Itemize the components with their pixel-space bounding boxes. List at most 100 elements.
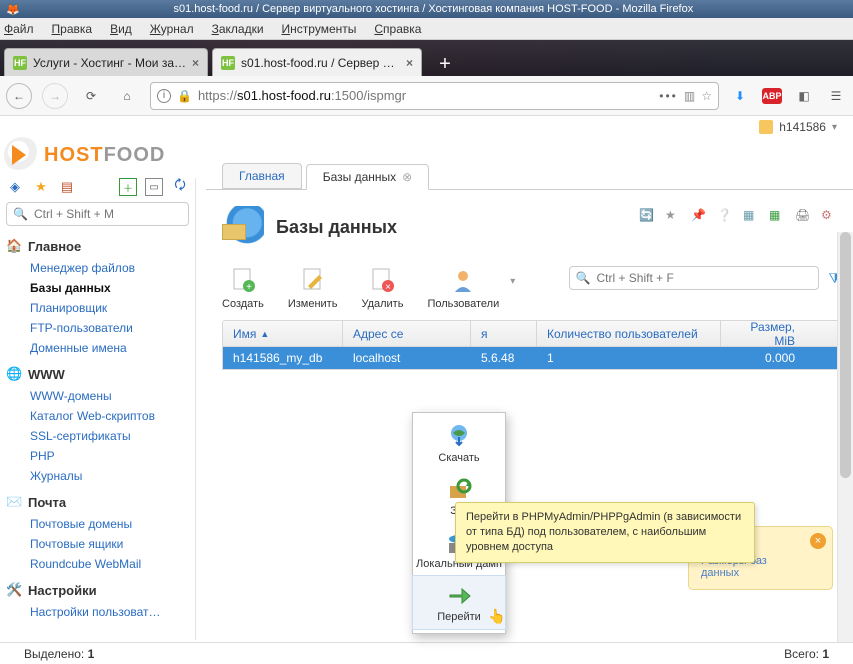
- close-icon[interactable]: ⊗: [402, 170, 412, 184]
- panel-toolbar-right: 🔄 ★ 📌 ❔ ▦ ▦ 🖨 ⚙: [639, 208, 837, 224]
- sidebar-item-databases[interactable]: Базы данных: [6, 278, 189, 298]
- hamburger-menu-icon[interactable]: ☰: [825, 85, 847, 107]
- favicon-icon: HF: [13, 56, 27, 70]
- sort-asc-icon: ▲: [260, 329, 269, 339]
- forward-button[interactable]: →: [42, 83, 68, 109]
- bookmark-star-icon[interactable]: ☆: [701, 89, 712, 103]
- node-icon[interactable]: ◈: [6, 178, 24, 196]
- sidebar-item-maildomains[interactable]: Почтовые домены: [6, 514, 189, 534]
- menu-help[interactable]: Справка: [374, 22, 421, 36]
- pin-icon[interactable]: 📌: [691, 208, 707, 224]
- sidebar-item-usersettings[interactable]: Настройки пользоват…: [6, 602, 189, 622]
- doc-icon[interactable]: ▤: [58, 178, 76, 196]
- edit-button[interactable]: Изменить: [288, 266, 338, 310]
- star-fav-icon[interactable]: ★: [32, 178, 50, 196]
- window-titlebar: 🦊 s01.host-food.ru / Сервер виртуального…: [0, 0, 853, 18]
- tab-home[interactable]: Главная: [222, 163, 302, 189]
- browser-menubar: Файл Правка Вид Журнал Закладки Инструме…: [0, 18, 853, 40]
- help-icon[interactable]: ❔: [717, 208, 733, 224]
- user-avatar-icon: [759, 120, 773, 134]
- star-icon[interactable]: ★: [665, 208, 681, 224]
- sidebar-item-logs[interactable]: Журналы: [6, 466, 189, 486]
- print-icon[interactable]: 🖨: [795, 208, 811, 224]
- user-menu[interactable]: h141586 ▾: [759, 120, 837, 134]
- sidebar-icon[interactable]: ◧: [793, 85, 815, 107]
- xls-icon[interactable]: ▦: [769, 208, 785, 224]
- col-users[interactable]: Количество пользователей: [537, 321, 721, 346]
- table-row[interactable]: h141586_my_db localhost 5.6.48 1 0.000: [223, 347, 840, 369]
- sidebar-group-settings[interactable]: 🛠️ Настройки: [6, 582, 189, 598]
- col-name[interactable]: Имя▲: [223, 321, 343, 346]
- sidebar-group-main[interactable]: 🏠 Главное: [6, 238, 189, 254]
- menu-file[interactable]: Файл: [4, 22, 34, 36]
- col-addr[interactable]: Адрес се: [343, 321, 471, 346]
- home-button[interactable]: ⌂: [114, 83, 140, 109]
- sidebar-item-scripts[interactable]: Каталог Web-скриптов: [6, 406, 189, 426]
- browser-tabstrip: HF Услуги - Хостинг - Мои за… × HF s01.h…: [0, 40, 853, 76]
- menu-journal[interactable]: Журнал: [150, 22, 194, 36]
- search-icon: 🔍: [13, 207, 28, 221]
- user-name: h141586: [779, 120, 826, 134]
- arrow-go-icon: [446, 582, 472, 608]
- sidebar-item-ftp[interactable]: FTP-пользователи: [6, 318, 189, 338]
- download-icon[interactable]: ⬇: [729, 85, 751, 107]
- sidebar-search-input[interactable]: [34, 207, 182, 221]
- logo-text: HOSTFOOD: [44, 144, 165, 167]
- sidebar-group-mail[interactable]: ✉️ Почта: [6, 494, 189, 510]
- sidebar-item-mailboxes[interactable]: Почтовые ящики: [6, 534, 189, 554]
- sidebar-item-domains[interactable]: Доменные имена: [6, 338, 189, 358]
- sidebar-item-php[interactable]: PHP: [6, 446, 189, 466]
- page-action-menu[interactable]: •••: [659, 89, 678, 103]
- scrollbar-thumb[interactable]: [840, 232, 851, 478]
- new-tab-button[interactable]: +: [432, 52, 458, 76]
- adblock-icon[interactable]: ABP: [761, 85, 783, 107]
- close-icon[interactable]: ×: [810, 533, 826, 549]
- delete-button[interactable]: × Удалить: [361, 266, 403, 310]
- users-button[interactable]: Пользователи ▾: [427, 266, 499, 310]
- tab-databases[interactable]: Базы данных ⊗: [306, 164, 430, 190]
- col-size[interactable]: Размер, MiB: [721, 321, 805, 346]
- sidebar-item-files[interactable]: Менеджер файлов: [6, 258, 189, 278]
- menu-edit[interactable]: Правка: [52, 22, 93, 36]
- svg-text:+: +: [246, 282, 252, 293]
- create-button[interactable]: + Создать: [222, 266, 264, 310]
- filter-input[interactable]: [596, 271, 811, 285]
- sidebar-search[interactable]: 🔍: [6, 202, 189, 226]
- refresh-icon[interactable]: 🗘: [171, 178, 189, 196]
- sidebar-group-www[interactable]: 🌐 WWW: [6, 366, 189, 382]
- search-icon: 🔍: [576, 271, 591, 285]
- url-bar[interactable]: i 🔒 https://s01.host-food.ru:1500/ispmgr…: [150, 82, 719, 110]
- add-square-icon[interactable]: ＋: [119, 178, 137, 196]
- sidebar-item-ssl[interactable]: SSL-сертификаты: [6, 426, 189, 446]
- back-button[interactable]: ←: [6, 83, 32, 109]
- sidebar-item-roundcube[interactable]: Roundcube WebMail: [6, 554, 189, 574]
- panel: Базы данных 🔄 ★ 📌 ❔ ▦ ▦ 🖨 ⚙ + Создать: [206, 190, 853, 370]
- vertical-scrollbar[interactable]: [837, 232, 853, 642]
- settings-icon[interactable]: ⚙: [821, 208, 837, 224]
- status-total: Всего: 1: [784, 647, 829, 661]
- mail-icon: ✉️: [6, 494, 22, 510]
- favicon-icon: HF: [221, 56, 235, 70]
- dropdown-download[interactable]: Скачать: [413, 417, 505, 470]
- sidebar-item-scheduler[interactable]: Планировщик: [6, 298, 189, 318]
- browser-tab-2[interactable]: HF s01.host-food.ru / Сервер в… ×: [212, 48, 422, 76]
- sidebar-item-wwwdomains[interactable]: WWW-домены: [6, 386, 189, 406]
- menu-view[interactable]: Вид: [110, 22, 132, 36]
- csv-icon[interactable]: ▦: [743, 208, 759, 224]
- close-icon[interactable]: ×: [406, 56, 413, 70]
- menu-tools[interactable]: Инструменты: [282, 22, 357, 36]
- filter-box[interactable]: 🔍: [569, 266, 819, 290]
- col-ver[interactable]: я: [471, 321, 537, 346]
- reload-button[interactable]: ⟳: [78, 83, 104, 109]
- collapse-icon[interactable]: ▭: [145, 178, 163, 196]
- info-icon[interactable]: i: [157, 89, 171, 103]
- reader-icon[interactable]: ▥: [684, 89, 695, 103]
- brand-logo: HOSTFOOD: [4, 134, 204, 176]
- refresh-icon[interactable]: 🔄: [639, 208, 655, 224]
- menu-bookmarks[interactable]: Закладки: [212, 22, 264, 36]
- doc-edit-icon: [299, 266, 327, 294]
- close-icon[interactable]: ×: [192, 56, 199, 70]
- browser-tab-1[interactable]: HF Услуги - Хостинг - Мои за… ×: [4, 48, 208, 76]
- table-header: Имя▲ Адрес се я Количество пользователей…: [223, 321, 840, 347]
- dropdown-go[interactable]: Перейти: [412, 575, 506, 630]
